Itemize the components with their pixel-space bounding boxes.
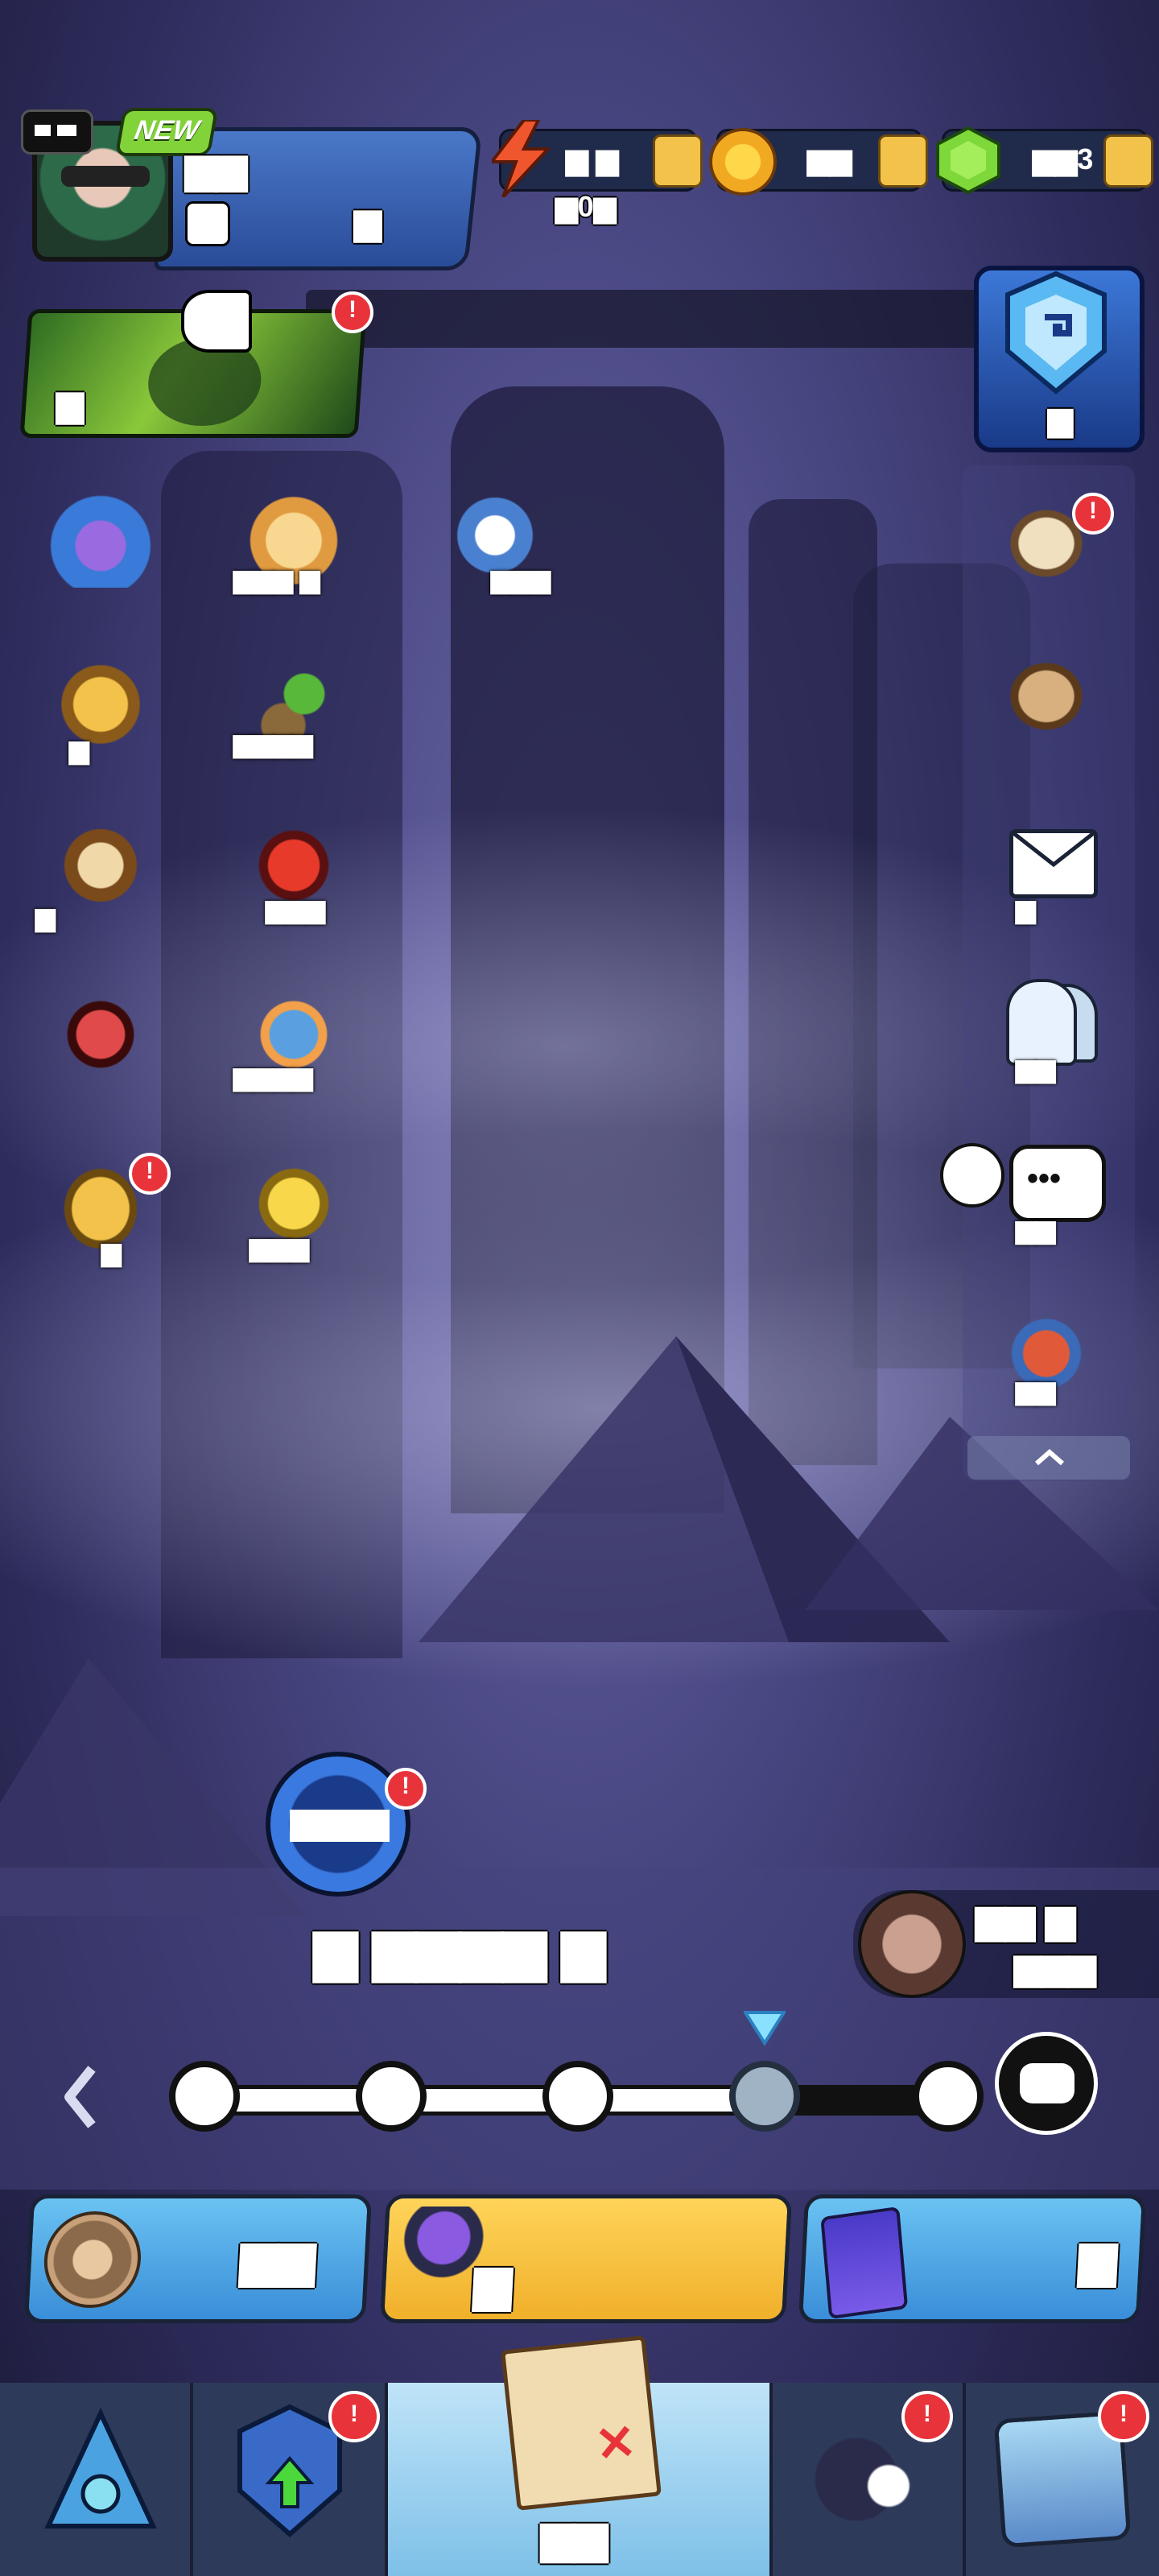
mail-icon[interactable]	[990, 813, 1103, 918]
chevron-up-icon	[1035, 1449, 1064, 1466]
energy-add-button[interactable]	[653, 134, 703, 188]
collapse-panel-button[interactable]	[967, 1436, 1130, 1480]
gold-add-button[interactable]	[878, 134, 928, 188]
tab-castle[interactable]	[0, 2383, 193, 2576]
stage-node-2[interactable]	[356, 2061, 427, 2132]
backpack-icon[interactable]	[990, 644, 1103, 749]
target-icon	[41, 2211, 144, 2308]
power-fist-icon	[185, 201, 230, 246]
megaphone-icon	[181, 290, 252, 353]
tab-upgrade[interactable]: !	[193, 2383, 388, 2576]
quest-clipboard-label: ▆	[35, 902, 56, 931]
golden-pig-alert-badge: !	[129, 1153, 171, 1195]
battle-arena-label: ▆▆▆▆	[233, 1062, 313, 1091]
player-level: ▆	[354, 202, 382, 242]
scroll-alert-badge: !	[1072, 493, 1114, 535]
boss-info[interactable]: ▆▆ ▆ ▆▆▆	[853, 1890, 1159, 1998]
gold-coin-icon	[709, 128, 777, 196]
prev-stage-button[interactable]	[56, 2061, 105, 2133]
cards-button[interactable]: ▆	[798, 2194, 1147, 2323]
tab-map[interactable]: ✕ ▆▆	[388, 2335, 773, 2576]
rank-shield[interactable]: ▆	[974, 266, 1145, 452]
upgrade-alert-badge: !	[328, 2391, 380, 2442]
chevron-left-icon	[64, 2066, 96, 2128]
shop-alert-badge: !	[1098, 2391, 1149, 2442]
portal-alert-badge: !	[385, 1768, 427, 1810]
gem-add-button[interactable]	[1103, 134, 1153, 188]
heroes-alert-badge: !	[901, 2391, 953, 2442]
treasure-map-icon: ✕	[501, 2335, 662, 2511]
gold-chest-icon[interactable]	[48, 652, 153, 757]
stage-node-1[interactable]	[169, 2061, 240, 2132]
stage-node-3[interactable]	[542, 2061, 613, 2132]
energy-value: ▆ ▆	[566, 142, 619, 175]
lightning-icon	[492, 120, 550, 197]
castle-icon	[44, 2407, 157, 2529]
potion-shop-label: ▆▆	[1016, 1376, 1056, 1405]
mail-label: ▆	[1016, 894, 1036, 923]
quest-clipboard-icon[interactable]	[48, 813, 153, 918]
gold-counter[interactable]: ▆▆	[709, 128, 928, 196]
announcement-alert-badge: !	[332, 291, 373, 333]
stage-node-5[interactable]	[913, 2061, 984, 2132]
event-pass-label: ▆▆▆	[491, 564, 551, 593]
gem-counter[interactable]: ▆▆3	[936, 126, 1153, 194]
stage-title: ▆ ▆▆▆▆ ▆	[314, 1918, 605, 1980]
boss-label-1: ▆▆ ▆	[975, 1898, 1076, 1941]
stage-node-current[interactable]	[729, 2061, 800, 2132]
tab-heroes[interactable]: !	[773, 2383, 966, 2576]
player-card[interactable]: NEW ▆▆ ▆	[21, 108, 483, 270]
menu-toggle-icon[interactable]	[21, 109, 93, 155]
sword-bubble-icon	[940, 1143, 1004, 1208]
energy-counter[interactable]: ▆ ▆	[492, 120, 703, 197]
red-dragon-label: ▆▆▆	[266, 894, 325, 923]
boss-label-2: ▆▆▆	[1014, 1947, 1096, 1987]
portal-button[interactable]	[266, 1752, 410, 1897]
player-name: ▆▆	[185, 146, 247, 191]
gems-value: ▆▆3	[1033, 142, 1094, 175]
rank-emblem-icon	[1005, 270, 1107, 394]
stage-chat-bubble-icon[interactable]	[995, 2032, 1098, 2135]
cards-label: ▆	[1078, 2231, 1118, 2285]
friends-label: ▆▆	[1016, 1054, 1056, 1083]
event-banner-label: ▆	[56, 384, 84, 423]
new-badge-label: NEW	[132, 115, 202, 146]
tab-map-label: ▆▆	[541, 2513, 608, 2562]
summon-button[interactable]: ▆	[379, 2194, 793, 2323]
idle-rewards-button[interactable]: ▆▆	[23, 2194, 373, 2323]
chat-label: ▆▆	[1016, 1215, 1056, 1244]
energy-timer: ▆0▆	[555, 190, 617, 223]
rank-label: ▆	[1048, 402, 1073, 437]
golden-pig-label: ▆	[101, 1237, 122, 1266]
gold-chest-label: ▆	[69, 735, 89, 764]
boss-emblem-icon	[858, 1890, 966, 1998]
birthday-cake-label: ▆▆▆ ▆	[233, 564, 320, 593]
announcement-bar[interactable]	[306, 290, 990, 348]
tab-shop[interactable]: !	[966, 2383, 1159, 2576]
cards-icon	[820, 2206, 909, 2320]
gold-value: ▆▆	[807, 142, 852, 175]
summon-label: ▆	[472, 2256, 514, 2310]
gold-card-label: ▆▆▆	[250, 1232, 309, 1261]
unicorn-pet-icon[interactable]	[48, 982, 153, 1087]
treasure-chest-icon[interactable]	[48, 483, 153, 588]
palm-island-label: ▆▆▆▆	[233, 729, 313, 758]
green-gem-icon	[936, 126, 1000, 194]
idle-rewards-label: ▆▆	[239, 2231, 317, 2285]
game-screen: NEW ▆▆ ▆ ▆ ▆ ▆0▆ ▆▆ ▆▆3 ! ▆ ▆ ▆▆▆ ▆ ▆▆▆ …	[0, 0, 1159, 2576]
current-stage-marker-icon	[744, 2011, 786, 2046]
